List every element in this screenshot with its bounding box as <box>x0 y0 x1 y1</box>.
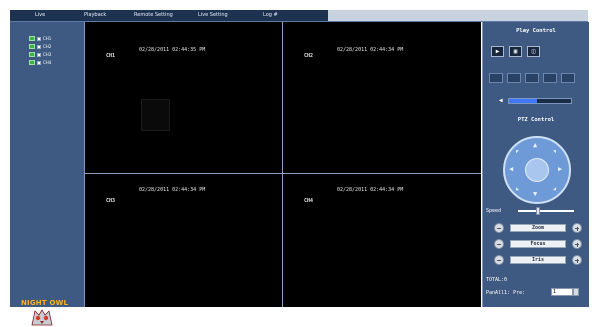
zoom-out-button[interactable] <box>494 223 504 233</box>
control-panel: Play Control ▶ ▣ ◫ ◀ PTZ Control ▲ ▼ ◀ ▶… <box>482 22 589 307</box>
channel-checkbox[interactable] <box>37 52 41 57</box>
speed-slider[interactable] <box>518 210 574 212</box>
ptz-control-title: PTZ Control <box>517 117 555 123</box>
focus-label: Focus <box>510 240 566 248</box>
speed-slider-handle[interactable] <box>536 207 540 215</box>
owl-icon <box>31 309 53 326</box>
iris-label: Iris <box>510 256 566 264</box>
arrow-down-right-icon[interactable]: ◢ <box>553 186 556 193</box>
zoom-control: Zoom <box>494 223 582 233</box>
camera-icon <box>29 36 35 41</box>
video-grid: 02/28/2011 02:44:35 PM CH1 02/28/2011 02… <box>85 22 481 307</box>
video-tile-ch3[interactable]: 02/28/2011 02:44:34 PM CH3 <box>85 174 282 307</box>
timestamp: 02/28/2011 02:44:34 PM <box>337 187 404 193</box>
speed-label: Speed <box>486 208 502 214</box>
arrow-right-icon[interactable]: ▶ <box>558 166 562 173</box>
split-9-button[interactable] <box>525 73 539 83</box>
channel-label: CH4 <box>43 60 52 65</box>
channel-label: CH2 <box>43 44 52 49</box>
iris-close-button[interactable] <box>494 255 504 265</box>
play-icon: ▶ <box>495 48 500 55</box>
channel-checkbox[interactable] <box>37 60 41 65</box>
channel-item-ch1[interactable]: CH1 <box>29 35 51 42</box>
volume-level <box>509 99 537 103</box>
night-owl-logo: NIGHT OWL <box>21 299 68 327</box>
focus-control: Focus <box>494 239 582 249</box>
timestamp: 02/28/2011 02:44:35 PM <box>139 47 206 53</box>
camera-label: CH3 <box>106 198 116 204</box>
channel-label: CH1 <box>43 36 52 41</box>
zoom-in-button[interactable] <box>572 223 582 233</box>
arrow-up-icon[interactable]: ▲ <box>533 142 537 149</box>
arrow-up-left-icon[interactable]: ◤ <box>516 149 519 156</box>
video-tile-ch4[interactable]: 02/28/2011 02:44:34 PM CH4 <box>283 174 481 307</box>
split-1-button[interactable] <box>489 73 503 83</box>
arrow-down-icon[interactable]: ▼ <box>533 191 537 198</box>
channel-panel: CH1 CH2 CH3 CH4 NIGHT OWL <box>10 22 85 326</box>
nav-spacer <box>328 10 588 21</box>
camera-icon <box>29 52 35 57</box>
record-button[interactable]: ◫ <box>527 46 540 57</box>
ptz-direction-pad[interactable]: ▲ ▼ ◀ ▶ ◤ ◥ ◣ ◢ <box>503 136 571 204</box>
camera-label: CH1 <box>106 53 116 59</box>
privacy-mask <box>141 99 170 131</box>
arrow-left-icon[interactable]: ◀ <box>509 166 513 173</box>
preset-number-input[interactable]: 1 <box>551 288 573 296</box>
camera-label: CH4 <box>304 198 314 204</box>
speaker-icon: ◀ <box>499 97 503 104</box>
channel-item-ch2[interactable]: CH2 <box>29 43 51 50</box>
fullscreen-button[interactable] <box>561 73 575 83</box>
logo-text: NIGHT OWL <box>21 299 69 307</box>
iris-control: Iris <box>494 255 582 265</box>
volume-slider[interactable] <box>508 98 572 104</box>
arrow-up-right-icon[interactable]: ◥ <box>553 149 556 156</box>
nav-live-setting[interactable]: Live Setting <box>198 12 228 18</box>
snapshot-button[interactable]: ▣ <box>509 46 522 57</box>
channel-checkbox[interactable] <box>37 36 41 41</box>
top-nav-bar: Live Playback Remote Setting Live Settin… <box>10 10 588 22</box>
channel-item-ch3[interactable]: CH3 <box>29 51 51 58</box>
play-button[interactable]: ▶ <box>491 46 504 57</box>
focus-far-button[interactable] <box>572 239 582 249</box>
timestamp: 02/28/2011 02:44:34 PM <box>139 187 206 193</box>
nav-live[interactable]: Live <box>35 12 45 18</box>
channel-label: CH3 <box>43 52 52 57</box>
nav-log[interactable]: Log # <box>263 12 278 18</box>
split-4-button[interactable] <box>507 73 521 83</box>
channel-item-ch4[interactable]: CH4 <box>29 59 51 66</box>
nav-remote-setting[interactable]: Remote Setting <box>134 12 173 18</box>
channel-checkbox[interactable] <box>37 44 41 49</box>
timestamp: 02/28/2011 02:44:34 PM <box>337 47 404 53</box>
dvr-client-window: Live Playback Remote Setting Live Settin… <box>0 0 592 326</box>
play-control-title: Play Control <box>516 28 556 34</box>
zoom-label: Zoom <box>510 224 566 232</box>
video-tile-ch2[interactable]: 02/28/2011 02:44:34 PM CH2 <box>283 22 481 173</box>
focus-near-button[interactable] <box>494 239 504 249</box>
video-tile-ch1[interactable]: 02/28/2011 02:44:35 PM CH1 <box>85 22 282 173</box>
preset-label: PanAll1: Pre: <box>486 290 526 296</box>
iris-open-button[interactable] <box>572 255 582 265</box>
nav-playback[interactable]: Playback <box>84 12 106 18</box>
camera-icon: ▣ <box>513 48 518 55</box>
camera-label: CH2 <box>304 53 314 59</box>
arrow-down-left-icon[interactable]: ◣ <box>516 186 519 193</box>
total-count: TOTAL:0 <box>486 277 508 283</box>
camera-icon <box>29 60 35 65</box>
split-16-button[interactable] <box>543 73 557 83</box>
ptz-center-button[interactable] <box>525 158 549 182</box>
preset-spinner[interactable] <box>573 288 579 296</box>
record-icon: ◫ <box>531 48 536 55</box>
camera-icon <box>29 44 35 49</box>
